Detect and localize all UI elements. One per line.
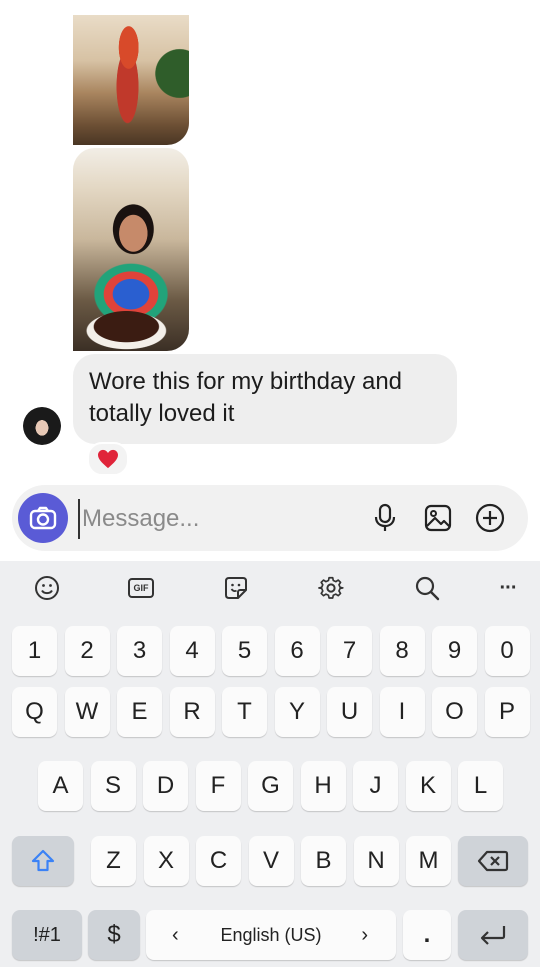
letter-key-s[interactable]: S (90, 761, 136, 811)
number-key-2[interactable]: 2 (64, 626, 110, 676)
letter-key-k[interactable]: K (405, 761, 451, 811)
next-language-icon: › (361, 923, 368, 946)
letter-key-m[interactable]: M (406, 836, 451, 886)
heart-icon (98, 449, 118, 469)
currency-key-label: $ (107, 921, 121, 948)
letter-key-z[interactable]: Z (91, 836, 136, 886)
microphone-icon (374, 503, 396, 531)
letter-key-x[interactable]: X (143, 836, 189, 886)
keyboard: GIF ··· 12 3 4 5 6 7 8 9 0 Q W E R T Y U… (0, 561, 540, 967)
symbols-key[interactable]: !#1 (12, 910, 82, 960)
search-icon (415, 576, 440, 601)
gallery-button[interactable] (422, 502, 454, 534)
birthday-photo[interactable] (73, 148, 189, 351)
number-key-6[interactable]: 6 (274, 626, 320, 676)
number-key-4[interactable]: 4 (169, 626, 215, 676)
message-input[interactable] (78, 499, 354, 539)
reaction-badge[interactable] (87, 442, 129, 476)
more-button[interactable]: ··· (491, 571, 525, 605)
gif-label: GIF (133, 583, 149, 593)
period-key[interactable]: . (403, 910, 451, 960)
number-key-5[interactable]: 5 (222, 626, 267, 676)
letter-key-l[interactable]: L (458, 761, 503, 811)
chat-area: Wore this for my birthday and totally lo… (0, 0, 540, 480)
avatar[interactable] (23, 407, 61, 445)
backspace-key[interactable] (458, 836, 528, 886)
letter-key-f[interactable]: F (195, 761, 241, 811)
letter-key-n[interactable]: N (353, 836, 399, 886)
letter-key-r[interactable]: R (169, 687, 215, 737)
settings-icon (318, 576, 344, 599)
message-composer (12, 485, 528, 551)
outfit-photo[interactable] (73, 15, 189, 145)
backspace-icon (477, 850, 509, 872)
letter-key-o[interactable]: O (432, 687, 477, 737)
image-icon (424, 504, 452, 532)
letter-key-d[interactable]: D (143, 761, 188, 811)
number-key-9[interactable]: 9 (432, 626, 477, 676)
camera-icon (29, 506, 57, 530)
settings-button[interactable] (314, 571, 348, 605)
number-key-1[interactable]: 1 (12, 626, 57, 676)
letter-key-b[interactable]: B (301, 836, 346, 886)
enter-icon (480, 926, 506, 945)
letter-key-c[interactable]: C (196, 836, 241, 886)
letter-key-e[interactable]: E (117, 687, 162, 737)
letter-key-h[interactable]: H (300, 761, 346, 811)
letter-key-q[interactable]: Q (12, 687, 57, 737)
gif-icon: GIF (128, 578, 154, 598)
letter-key-t[interactable]: T (222, 687, 267, 737)
add-icon (475, 503, 505, 533)
gif-button[interactable]: GIF (124, 571, 158, 605)
prev-language-icon: ‹ (172, 923, 179, 946)
more-icon: ··· (499, 576, 518, 599)
add-button[interactable] (474, 502, 506, 534)
symbols-key-label: !#1 (33, 923, 61, 946)
currency-key[interactable]: $ (88, 910, 140, 960)
number-key-0[interactable]: 0 (484, 626, 530, 676)
number-key-8[interactable]: 8 (379, 626, 425, 676)
letter-key-g[interactable]: G (248, 761, 293, 811)
search-button[interactable] (410, 571, 444, 605)
letter-key-y[interactable]: Y (274, 687, 320, 737)
sticker-button[interactable] (219, 571, 253, 605)
shift-key[interactable] (12, 836, 74, 886)
letter-key-a[interactable]: A (38, 761, 83, 811)
letter-key-i[interactable]: I (379, 687, 425, 737)
shift-icon (31, 849, 55, 872)
letter-key-v[interactable]: V (248, 836, 294, 886)
microphone-button[interactable] (369, 502, 401, 534)
period-key-label: . (423, 921, 431, 948)
message-text: Wore this for my birthday and totally lo… (89, 368, 403, 427)
number-key-3[interactable]: 3 (117, 626, 162, 676)
keyboard-toolbar: GIF ··· (0, 561, 540, 613)
enter-key[interactable] (458, 910, 528, 960)
space-key-label: English (US) (220, 924, 322, 945)
letter-key-w[interactable]: W (64, 687, 110, 737)
letter-key-j[interactable]: J (353, 761, 398, 811)
camera-button[interactable] (18, 493, 68, 543)
space-key[interactable]: ‹ English (US) › (146, 910, 396, 960)
message-bubble[interactable]: Wore this for my birthday and totally lo… (73, 354, 457, 444)
emoji-icon (35, 576, 59, 600)
sticker-icon (225, 577, 247, 599)
number-key-7[interactable]: 7 (327, 626, 372, 676)
letter-key-u[interactable]: U (327, 687, 372, 737)
letter-key-p[interactable]: P (484, 687, 530, 737)
emoji-button[interactable] (30, 571, 64, 605)
